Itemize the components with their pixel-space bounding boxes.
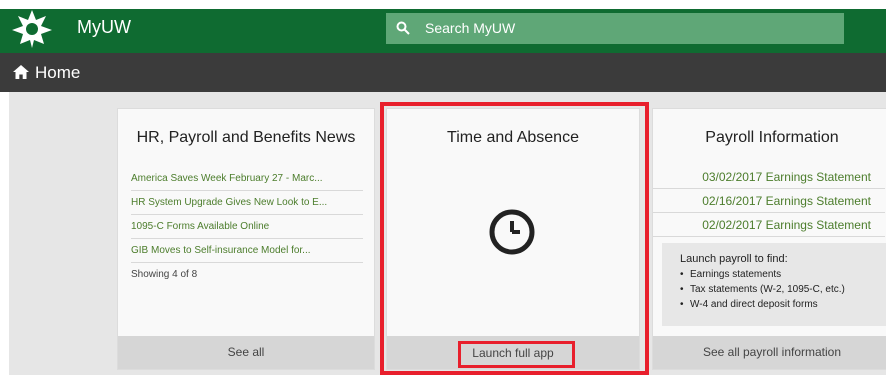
earnings-statement-link[interactable]: 02/16/2017 Earnings Statement <box>653 189 885 213</box>
search-input[interactable]: Search MyUW <box>386 13 844 44</box>
payroll-info-item: W-4 and direct deposit forms <box>680 297 886 312</box>
top-header: MyUW Search MyUW <box>0 0 886 53</box>
payroll-info-item: Earnings statements <box>680 267 886 282</box>
news-item[interactable]: HR System Upgrade Gives New Look to E... <box>131 191 363 215</box>
search-placeholder: Search MyUW <box>425 20 516 36</box>
earnings-statement-link[interactable]: 03/02/2017 Earnings Statement <box>653 165 885 189</box>
left-gutter <box>0 92 9 375</box>
page-title: Home <box>35 63 81 82</box>
see-all-payroll-button[interactable]: See all payroll information <box>653 336 886 369</box>
highlight-time-card <box>380 102 649 375</box>
payroll-info-box: Launch payroll to find: Earnings stateme… <box>662 243 886 326</box>
home-icon <box>13 65 29 79</box>
search-icon <box>396 21 410 35</box>
app-title[interactable]: MyUW <box>77 17 131 38</box>
news-item[interactable]: America Saves Week February 27 - Marc... <box>131 167 363 191</box>
header-top-strip <box>0 0 886 9</box>
hr-news-list: America Saves Week February 27 - Marc...… <box>131 167 363 287</box>
hr-news-card: HR, Payroll and Benefits News America Sa… <box>117 108 375 370</box>
page-title-bar: Home <box>0 53 886 92</box>
payroll-info-item: Tax statements (W-2, 1095-C, etc.) <box>680 282 886 297</box>
uw-logo-icon[interactable] <box>8 6 56 50</box>
earnings-statement-link[interactable]: 02/02/2017 Earnings Statement <box>653 213 885 237</box>
news-item[interactable]: GIB Moves to Self-insurance Model for... <box>131 239 363 263</box>
payroll-card: Payroll Information 03/02/2017 Earnings … <box>652 108 886 370</box>
payroll-title: Payroll Information <box>705 129 839 146</box>
launch-full-app-button[interactable]: Launch full app <box>386 346 640 360</box>
payroll-info-list: Earnings statements Tax statements (W-2,… <box>680 267 886 312</box>
news-count: Showing 4 of 8 <box>131 269 198 280</box>
see-all-button[interactable]: See all <box>118 336 374 369</box>
payroll-info-heading: Launch payroll to find: <box>680 253 788 265</box>
hr-news-title: HR, Payroll and Benefits News <box>136 129 356 146</box>
news-item[interactable]: 1095-C Forms Available Online <box>131 215 363 239</box>
